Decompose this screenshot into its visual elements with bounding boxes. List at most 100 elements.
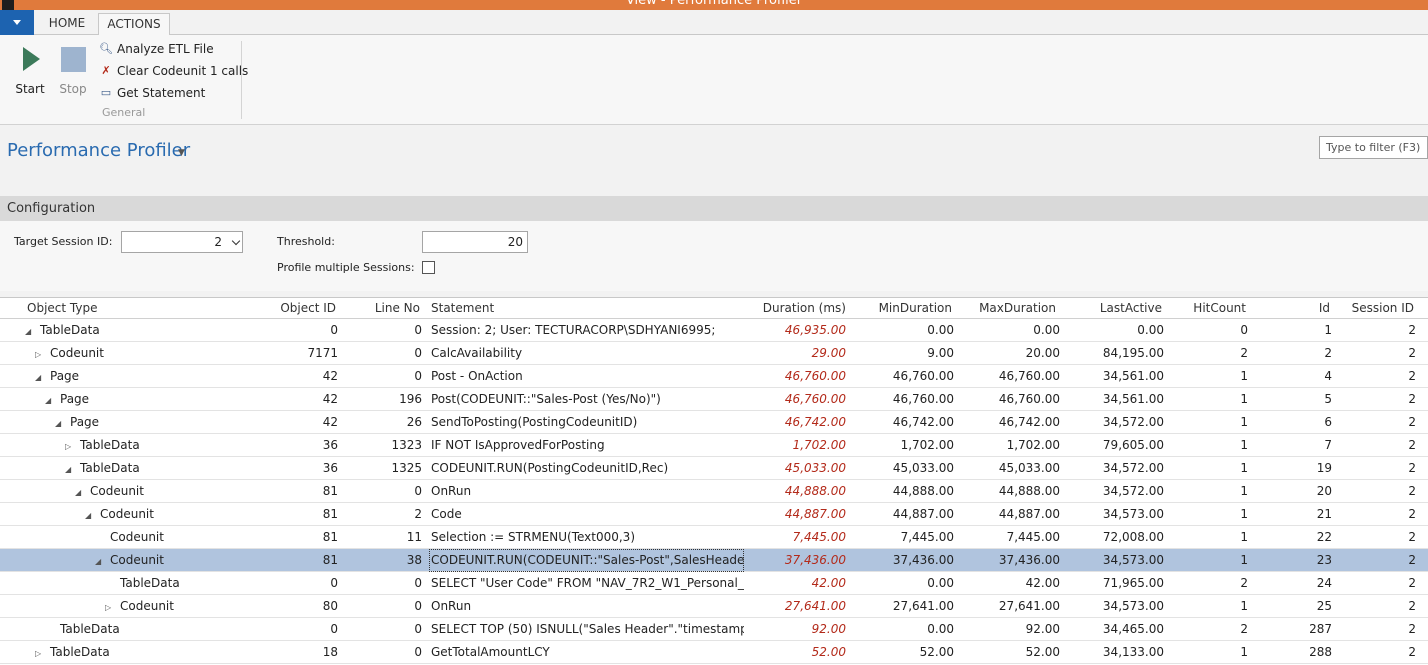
column-header-line-no[interactable]: Line No [350,298,420,319]
column-header-last-active[interactable]: LastActive [1060,298,1162,319]
cell-id: 21 [1316,507,1332,521]
expanded-triangle-icon[interactable]: ◢ [75,481,85,503]
profile-multiple-sessions-checkbox[interactable] [422,261,435,274]
cell-session-id: 2 [1408,323,1416,337]
object-type-label: Page [70,415,100,429]
column-header-object-id[interactable]: Object ID [240,298,336,319]
threshold-input[interactable]: 20 [422,231,528,253]
expanded-triangle-icon[interactable]: ◢ [95,550,105,572]
column-header-id[interactable]: Id [1250,298,1330,319]
column-header-duration[interactable]: Duration (ms) [720,298,846,319]
cell-duration: 7,445.00 [792,530,846,544]
dropdown-arrow-icon [13,20,21,25]
start-button[interactable]: Start [9,41,51,99]
table-row[interactable]: ◢ Codeunit 81 38 CODEUNIT.RUN(CODEUNIT::"Sal… [0,549,1428,572]
configuration-header[interactable]: Configuration [0,196,1428,221]
object-type-label: Codeunit [100,507,154,521]
cell-object-id: 7171 [307,346,338,360]
cell-object-id: 42 [322,415,338,429]
collapsed-triangle-icon[interactable]: ▷ [35,642,45,664]
table-row[interactable]: ▷ Codeunit 80 0 OnRun 27,641.00 27,641.00 27,64… [0,595,1428,618]
table-row[interactable]: ◢ TableData 36 1325 CODEUNIT.RUN(PostingCode… [0,457,1428,480]
column-header-statement[interactable]: Statement [431,298,631,319]
cell-line-no: 0 [414,622,422,636]
cell-hit-count: 0 [1240,323,1248,337]
table-row[interactable]: ▷ TableData 36 1323 IF NOT IsApprovedForPost… [0,434,1428,457]
expanded-triangle-icon[interactable]: ◢ [25,320,35,342]
object-type-label: TableData [80,438,140,452]
cell-min-duration: 37,436.00 [892,553,954,567]
tab-actions[interactable]: ACTIONS [98,13,170,36]
collapsed-triangle-icon[interactable]: ▷ [65,435,75,457]
table-row[interactable]: ▷ Codeunit 7171 0 CalcAvailability 29.00 9.00 2… [0,342,1428,365]
cell-hit-count: 2 [1240,576,1248,590]
table-row[interactable]: ◢ TableData 0 0 Session: 2; User: TECTURACOR… [0,319,1428,342]
cell-last-active: 0.00 [1137,323,1164,337]
cell-statement: SELECT "User Code" FROM "NAV_7R2_W1_Pers… [431,576,744,590]
object-type-label: Codeunit [50,346,104,360]
column-header-session-id[interactable]: Session ID [1334,298,1414,319]
cell-id: 25 [1316,599,1332,613]
table-row[interactable]: TableData 0 0 SELECT "User Code" FROM "NAV_… [0,572,1428,595]
cell-line-no: 1325 [391,461,422,475]
table-row[interactable]: ◢ Page 42 196 Post(CODEUNIT::"Sales-Post (Ye… [0,388,1428,411]
cell-id: 1 [1324,323,1332,337]
expanded-triangle-icon[interactable]: ◢ [35,366,45,388]
cell-hit-count: 1 [1240,392,1248,406]
expanded-triangle-icon[interactable]: ◢ [85,504,95,526]
column-header-object-type[interactable]: Object Type [27,298,177,319]
cell-duration: 1,702.00 [792,438,846,452]
column-header-hit-count[interactable]: HitCount [1166,298,1246,319]
cell-object-type: ◢ Page [55,411,255,434]
table-row[interactable]: ◢ Page 42 0 Post - OnAction 46,760.00 46,760.0… [0,365,1428,388]
page-title[interactable]: Performance Profiler [7,140,190,161]
cell-max-duration: 20.00 [1025,346,1060,360]
column-header-min-duration[interactable]: MinDuration [850,298,952,319]
filter-input[interactable]: Type to filter (F3) [1319,136,1428,159]
cell-duration: 37,436.00 [784,553,846,567]
collapsed-triangle-icon[interactable]: ▷ [35,343,45,365]
expanded-triangle-icon[interactable]: ◢ [45,389,55,411]
collapsed-triangle-icon[interactable]: ▷ [105,596,115,618]
cell-line-no: 0 [414,346,422,360]
cell-min-duration: 0.00 [927,323,954,337]
cell-max-duration: 45,033.00 [998,461,1060,475]
stop-button[interactable]: Stop [52,41,94,99]
cell-hit-count: 1 [1240,415,1248,429]
cell-object-id: 80 [322,599,338,613]
tab-home[interactable]: HOME [38,13,96,35]
cell-id: 7 [1324,438,1332,452]
cell-max-duration: 46,742.00 [998,415,1060,429]
table-row[interactable]: TableData 0 0 SELECT TOP (50) ISNULL("Sales… [0,618,1428,641]
clear-filter-icon: ✗ [101,64,111,77]
cell-session-id: 2 [1408,622,1416,636]
cell-id: 287 [1309,622,1332,636]
cell-min-duration: 9.00 [927,346,954,360]
expanded-triangle-icon[interactable]: ◢ [55,412,65,434]
table-row[interactable]: ◢ Codeunit 81 0 OnRun 44,888.00 44,888.00 44,88… [0,480,1428,503]
column-header-max-duration[interactable]: MaxDuration [956,298,1056,319]
object-type-label: TableData [120,576,180,590]
cell-object-type: ◢ TableData [65,457,265,480]
target-session-select[interactable]: 2 [121,231,243,253]
cell-object-id: 36 [322,461,338,475]
application-menu-button[interactable] [0,10,34,35]
table-row[interactable]: ◢ Codeunit 81 2 Code 44,887.00 44,887.00 44,887… [0,503,1428,526]
object-type-label: TableData [60,622,120,636]
ribbon-group-divider [241,41,242,119]
chevron-down-icon[interactable]: ▼ [178,148,185,158]
cell-duration: 46,742.00 [784,415,846,429]
object-type-label: TableData [40,323,100,337]
cell-object-id: 42 [322,369,338,383]
cell-object-type: TableData [45,618,245,641]
cell-min-duration: 45,033.00 [892,461,954,475]
cell-last-active: 34,573.00 [1102,507,1164,521]
cell-min-duration: 7,445.00 [900,530,954,544]
cell-hit-count: 1 [1240,461,1248,475]
table-row[interactable]: ▷ TableData 18 0 GetTotalAmountLCY 52.00 52.00… [0,641,1428,664]
table-row[interactable]: ◢ Page 42 26 SendToPosting(PostingCodeunitID… [0,411,1428,434]
cell-line-no: 0 [414,484,422,498]
expanded-triangle-icon[interactable]: ◢ [65,458,75,480]
cell-min-duration: 52.00 [919,645,954,659]
table-row[interactable]: Codeunit 81 11 Selection := STRMENU(Text000… [0,526,1428,549]
